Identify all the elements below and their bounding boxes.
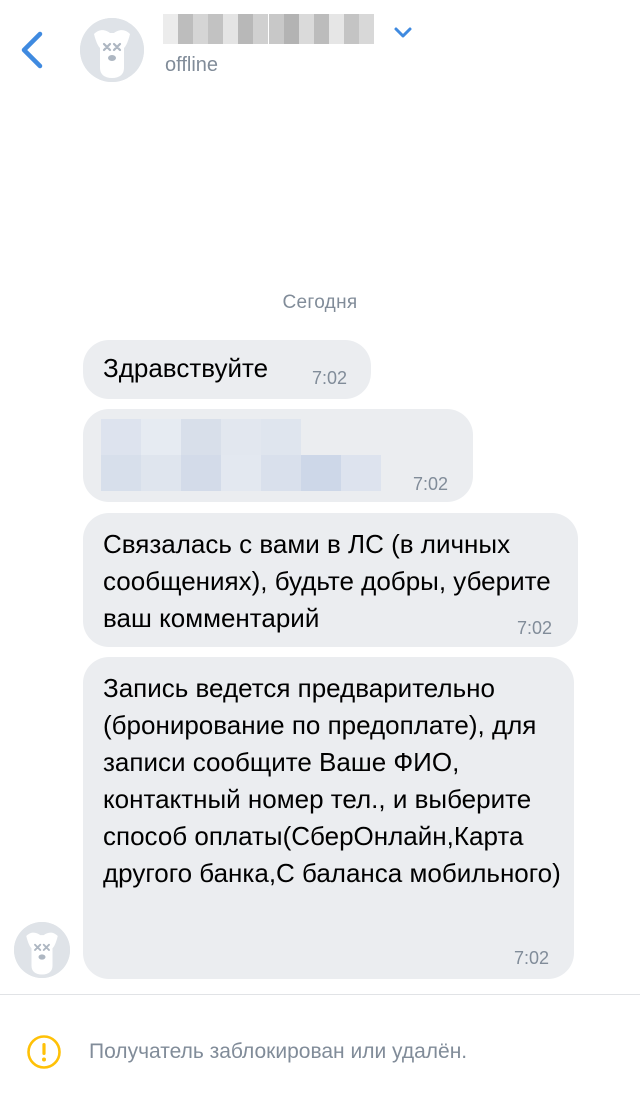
pixelated-name-part — [163, 14, 268, 44]
message-bubble[interactable]: Связалась с вами в ЛС (в личных сообщени… — [83, 513, 578, 647]
message-bubble[interactable]: Запись ведется предварительно (бронирова… — [83, 657, 574, 979]
chevron-left-icon — [21, 31, 43, 69]
date-separator: Сегодня — [282, 292, 358, 313]
chat-menu-toggle[interactable] — [392, 26, 414, 40]
online-status: offline — [165, 54, 219, 76]
footer-divider — [0, 994, 640, 995]
message-time: 7:02 — [413, 474, 449, 494]
back-button[interactable] — [14, 30, 48, 70]
chevron-down-icon — [394, 27, 412, 38]
message-time: 7:02 — [514, 948, 550, 968]
chat-header: offline — [0, 0, 640, 100]
avatar[interactable] — [14, 922, 70, 978]
message-time: 7:02 — [517, 618, 553, 638]
pixelated-name-part — [269, 14, 374, 44]
message-text: Связалась с вами в ЛС (в личных сообщени… — [103, 529, 551, 633]
message-text: Запись ведется предварительно (бронирова… — [103, 673, 561, 888]
warning-circle-icon — [26, 1034, 62, 1070]
message-bubble[interactable]: Здравствуйте 7:02 — [83, 340, 371, 399]
message-time: 7:02 — [312, 368, 348, 388]
deactivated-dog-avatar-icon — [80, 18, 144, 82]
message-text: Здравствуйте — [103, 353, 269, 383]
avatar[interactable] — [80, 18, 144, 82]
pixelated-text-line — [101, 419, 301, 455]
blocked-notice: Получатель заблокирован или удалён. — [89, 1040, 468, 1063]
deactivated-dog-avatar-icon — [14, 922, 70, 978]
message-bubble-redacted[interactable]: 7:02 — [83, 409, 473, 502]
pixelated-text-line — [101, 455, 381, 491]
